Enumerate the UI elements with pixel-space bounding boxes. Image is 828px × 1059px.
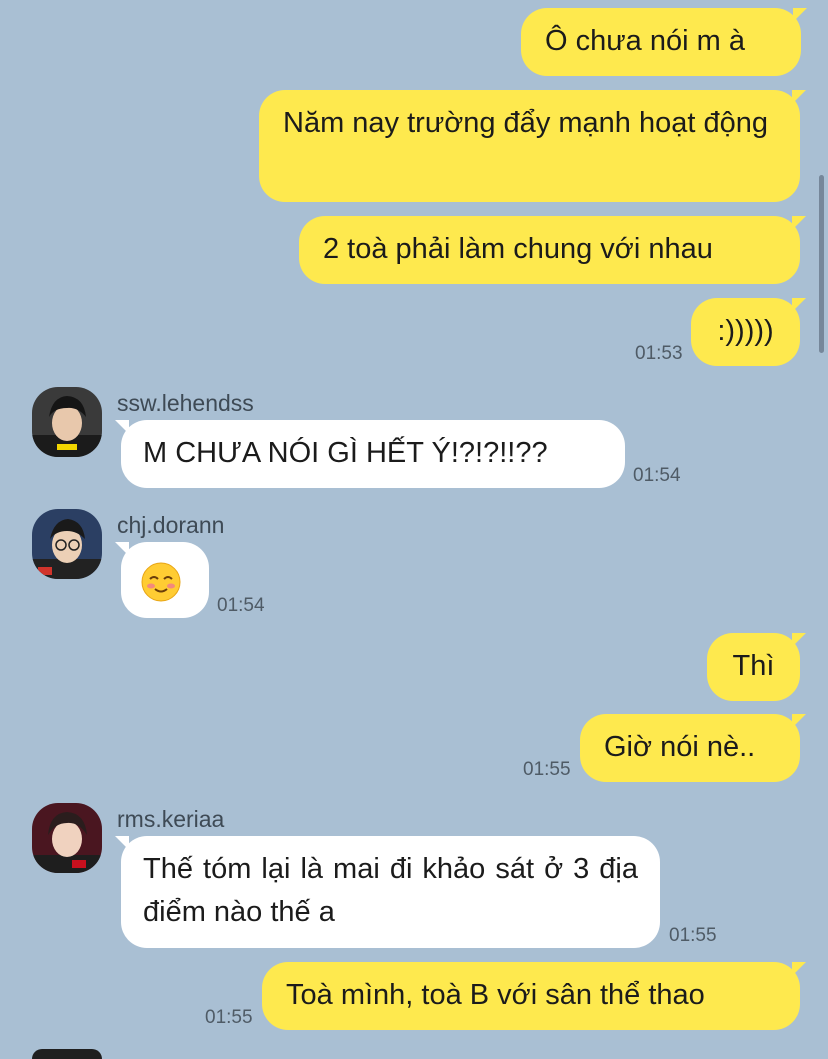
timestamp: 01:55 (205, 1007, 253, 1028)
message-text: Thì (732, 650, 775, 682)
timestamp: 01:54 (217, 595, 265, 616)
message-text: Giờ nói nè.. (604, 731, 756, 763)
message-bubble-outgoing[interactable]: 2 toà phải làm chung với nhau (299, 216, 806, 284)
chat-area[interactable]: Ô chưa nói m à Năm nay trường đẩy mạnh h… (0, 0, 828, 1059)
scrollbar[interactable] (819, 175, 824, 353)
message-bubble-outgoing[interactable]: Toà mình, toà B với sân thể thao (262, 962, 806, 1030)
message-text: Toà mình, toà B với sân thể thao (286, 979, 705, 1011)
message-bubble-incoming[interactable]: M CHƯA NÓI GÌ HẾT Ý!?!?!!?? (115, 420, 625, 488)
message-text: M CHƯA NÓI GÌ HẾT Ý!?!?!!?? (143, 437, 548, 469)
message-text: Thế tóm lại là mai đi khảo sát ở 3 địa đ… (143, 853, 638, 928)
timestamp: 01:53 (635, 343, 683, 364)
message-text: Năm nay trường đẩy mạnh hoạt động (283, 107, 768, 139)
avatar[interactable] (32, 387, 102, 457)
message-bubble-outgoing[interactable]: :))))) (691, 298, 806, 366)
timestamp: 01:55 (669, 925, 717, 946)
message-bubble-outgoing[interactable]: Giờ nói nè.. (580, 714, 806, 782)
avatar[interactable] (32, 1049, 102, 1059)
avatar[interactable] (32, 509, 102, 579)
sender-name: rms.keriaa (117, 806, 225, 832)
timestamp: 01:55 (523, 759, 571, 780)
message-bubble-incoming[interactable] (115, 542, 209, 618)
message-text: Ô chưa nói m à (545, 25, 745, 57)
message-bubble-outgoing[interactable]: Năm nay trường đẩy mạnh hoạt động (259, 90, 806, 202)
sender-name: chj.dorann (117, 512, 225, 538)
sender-name: ssw.lehendss (117, 390, 254, 416)
message-bubble-outgoing[interactable]: Ô chưa nói m à (521, 8, 807, 76)
message-text: :))))) (717, 315, 774, 347)
smiling-face-emoji (141, 562, 181, 602)
message-bubble-outgoing[interactable]: Thì (707, 633, 806, 701)
timestamp: 01:54 (633, 465, 681, 486)
message-bubble-incoming[interactable]: Thế tóm lại là mai đi khảo sát ở 3 địa đ… (115, 836, 660, 948)
avatar[interactable] (32, 803, 102, 873)
message-text: 2 toà phải làm chung với nhau (323, 233, 713, 265)
